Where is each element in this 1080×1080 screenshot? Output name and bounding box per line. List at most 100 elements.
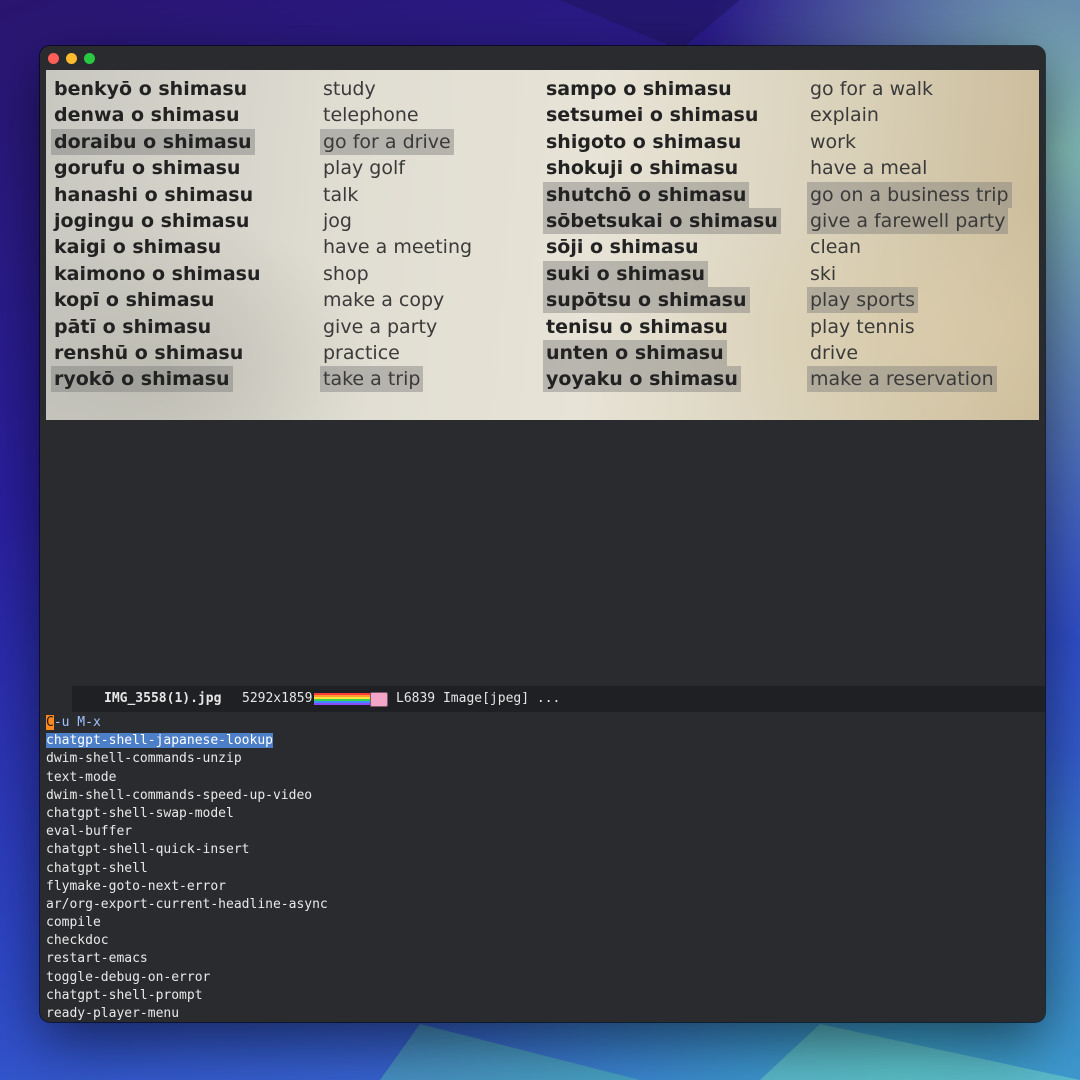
completion-candidate[interactable]: chatgpt-shell [46, 860, 328, 878]
image-buffer: benkyō o shimasu denwa o shimasu doraibu o… [46, 70, 1039, 420]
vocab-entry: ski [810, 261, 1012, 287]
vocab-text-highlighted: sōbetsukai o shimasu [543, 207, 781, 234]
completion-candidate[interactable]: dwim-shell-commands-speed-up-video [46, 787, 328, 805]
vocab-entry: have a meal [810, 155, 1012, 181]
candidate-label: eval-buffer [46, 824, 133, 840]
vocab-entry: play tennis [810, 314, 1012, 340]
candidate-label: chatgpt-shell-quick-insert [46, 842, 250, 858]
completion-list: chatgpt-shell-japanese-lookup dwim-shell-… [46, 732, 328, 1022]
vocab-entry: shokuji o shimasu [546, 155, 781, 181]
buffer-empty-area [40, 420, 1045, 686]
completion-candidate[interactable]: ready-player-menu [46, 1005, 328, 1022]
vocab-entry: drive [810, 340, 1012, 366]
vocab-entry: sōbetsukai o shimasu [543, 207, 781, 234]
candidate-label: dwim-shell-commands-unzip [46, 751, 242, 767]
candidate-label: toggle-debug-on-error [46, 969, 211, 985]
wallpaper-shape [560, 0, 740, 50]
completion-candidate[interactable]: chatgpt-shell-swap-model [46, 805, 328, 823]
vocab-column-japanese-1: benkyō o shimasu denwa o shimasu doraibu o… [51, 76, 261, 393]
vocab-text: hanashi o shimasu [54, 183, 254, 206]
vocab-text: renshū o shimasu [54, 341, 244, 364]
close-button[interactable] [48, 53, 59, 64]
candidate-label: flymake-goto-next-error [46, 878, 227, 894]
completion-candidate[interactable]: ar/org-export-current-headline-async [46, 896, 328, 914]
vocab-text: give a party [323, 315, 438, 338]
vocab-entry: jogingu o shimasu [54, 208, 261, 234]
candidate-label: dwim-shell-commands-speed-up-video [46, 787, 313, 803]
vocab-text: talk [323, 183, 359, 206]
vocab-entry: hanashi o shimasu [54, 182, 261, 208]
completion-candidate-selected[interactable]: chatgpt-shell-japanese-lookup [46, 732, 328, 750]
vocab-entry: play golf [323, 155, 472, 181]
nyan-progress-bar [314, 693, 372, 705]
candidate-label: chatgpt-shell-japanese-lookup [46, 733, 273, 749]
mode-line-gutter [40, 686, 72, 712]
minibuffer[interactable]: C-u M-x chatgpt-shell-japanese-lookup dwi… [46, 714, 328, 1022]
completion-candidate[interactable]: chatgpt-shell-prompt [46, 987, 328, 1005]
vocab-text: kaigi o shimasu [54, 236, 222, 259]
vocab-entry: shutchō o shimasu [543, 181, 781, 208]
completion-candidate[interactable]: dwim-shell-commands-unzip [46, 750, 328, 768]
title-bar[interactable] [40, 46, 1045, 70]
vocab-entry: study [323, 76, 472, 102]
vocab-text: ski [810, 262, 837, 285]
vocab-entry: gorufu o shimasu [54, 155, 261, 181]
vocab-text: sōji o shimasu [546, 236, 699, 259]
vocab-entry: take a trip [320, 366, 472, 393]
vocab-entry: suki o shimasu [543, 260, 781, 287]
completion-candidate[interactable]: flymake-goto-next-error [46, 878, 328, 896]
vocab-entry: kopī o shimasu [54, 287, 261, 313]
vocab-entry: kaigi o shimasu [54, 234, 261, 260]
completion-candidate[interactable]: toggle-debug-on-error [46, 969, 328, 987]
vocab-text: telephone [323, 104, 419, 127]
vocab-text: kopī o shimasu [54, 289, 215, 312]
vocab-entry: go for a drive [320, 128, 472, 155]
minibuffer-prompt[interactable]: C-u M-x [46, 714, 328, 732]
candidate-label: text-mode [46, 769, 117, 785]
vocab-entry: doraibu o shimasu [51, 128, 261, 155]
zoom-button[interactable] [84, 53, 95, 64]
vocab-text-highlighted: yoyaku o shimasu [543, 366, 741, 393]
vocab-text: have a meal [810, 157, 928, 180]
candidate-label: chatgpt-shell [46, 860, 148, 876]
vocab-entry: have a meeting [323, 234, 472, 260]
candidate-label: chatgpt-shell-swap-model [46, 805, 234, 821]
completion-candidate[interactable]: chatgpt-shell-quick-insert [46, 841, 328, 859]
vocab-entry: play sports [807, 287, 1012, 314]
vocab-column-english-2: go for a walk explain work have a meal go on… [807, 76, 1012, 393]
wallpaper-shape [760, 1024, 1080, 1080]
vocab-entry: supōtsu o shimasu [543, 287, 781, 314]
completion-candidate[interactable]: checkdoc [46, 932, 328, 950]
candidate-label: compile [46, 915, 101, 931]
vocab-entry: make a copy [323, 287, 472, 313]
minimize-button[interactable] [66, 53, 77, 64]
vocab-text: work [810, 130, 856, 153]
vocab-text: gorufu o shimasu [54, 157, 241, 180]
completion-candidate[interactable]: eval-buffer [46, 823, 328, 841]
vocab-column-japanese-2: sampo o shimasu setsumei o shimasu shigoto… [543, 76, 781, 393]
vocab-entry: shigoto o shimasu [546, 129, 781, 155]
completion-candidate[interactable]: text-mode [46, 769, 328, 787]
vocab-text: clean [810, 236, 862, 259]
mode-line: IMG_3558(1).jpg 5292x1859 L6839 Image[jp… [40, 686, 1045, 712]
vocab-text: play tennis [810, 315, 915, 338]
vocab-text: shop [323, 262, 369, 285]
vocab-text-highlighted: unten o shimasu [543, 339, 727, 366]
vocab-text: shokuji o shimasu [546, 157, 739, 180]
vocab-text: denwa o shimasu [54, 104, 240, 127]
vocab-text-highlighted: doraibu o shimasu [51, 128, 255, 155]
completion-candidate[interactable]: restart-emacs [46, 950, 328, 968]
vocab-text: go for a walk [810, 78, 934, 100]
vocab-text: tenisu o shimasu [546, 315, 728, 338]
vocab-entry: sōji o shimasu [546, 234, 781, 260]
vocab-text: practice [323, 341, 400, 364]
vocab-text-highlighted: take a trip [320, 366, 424, 393]
cursor: C [46, 715, 54, 730]
vocab-text-highlighted: make a reservation [807, 366, 997, 393]
vocab-text: shigoto o shimasu [546, 130, 742, 153]
candidate-label: checkdoc [46, 933, 109, 949]
vocab-text: jogingu o shimasu [54, 209, 250, 232]
completion-candidate[interactable]: compile [46, 914, 328, 932]
candidate-label: ready-player-menu [46, 1006, 180, 1021]
vocab-text-highlighted: give a farewell party [807, 207, 1009, 234]
